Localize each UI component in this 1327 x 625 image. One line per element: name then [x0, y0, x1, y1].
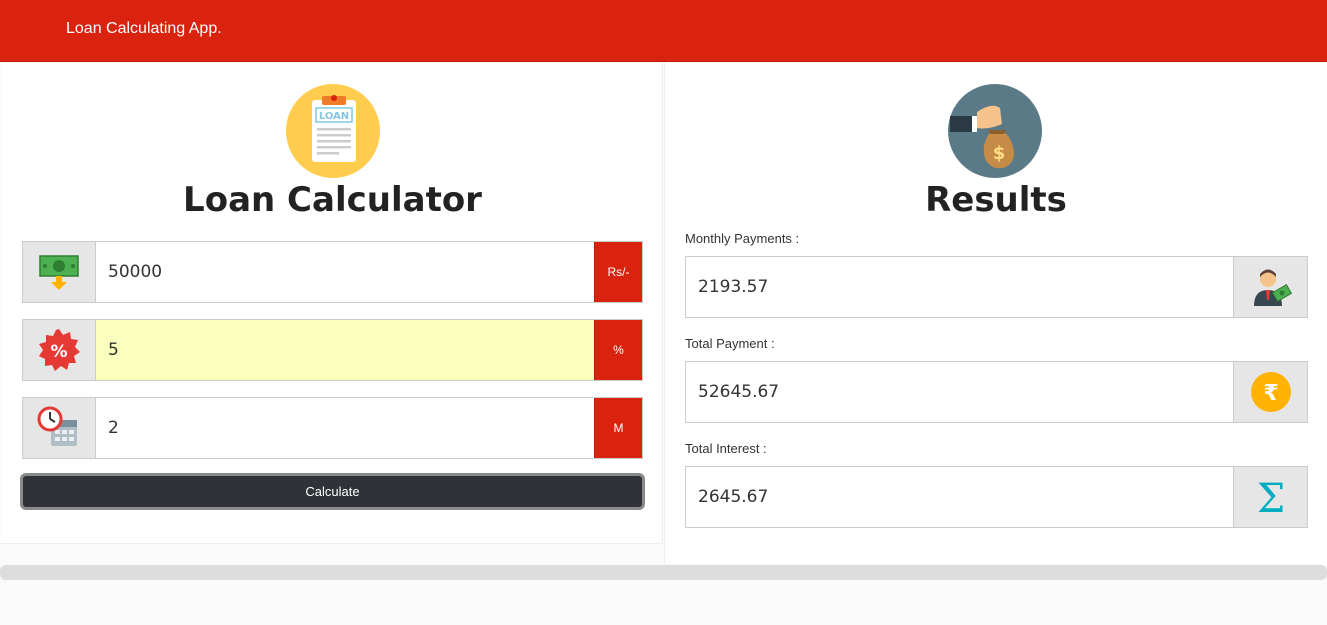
interest-rate-input[interactable]: [96, 320, 594, 380]
total-payment-label: Total Payment :: [685, 336, 775, 351]
interest-rate-unit: %: [594, 320, 642, 380]
results-title: Results: [925, 180, 1067, 220]
monthly-payments-output[interactable]: [686, 257, 1233, 317]
loan-amount-input[interactable]: [96, 242, 594, 302]
interest-rate-group: % %: [22, 319, 643, 381]
calculate-button[interactable]: Calculate: [20, 473, 645, 510]
total-payment-group: ₹: [685, 361, 1308, 423]
total-interest-group: Σ: [685, 466, 1308, 528]
svg-text:₹: ₹: [1263, 381, 1278, 406]
navbar: Loan Calculating App.: [0, 0, 1327, 62]
horizontal-scrollbar[interactable]: [0, 565, 1327, 580]
monthly-payments-group: [685, 256, 1308, 318]
svg-text:$: $: [993, 143, 1006, 164]
loan-term-unit: M: [594, 398, 642, 458]
rupee-coin-icon: ₹: [1233, 362, 1307, 422]
monthly-payments-label: Monthly Payments :: [685, 231, 800, 246]
percent-badge-icon: %: [23, 320, 96, 380]
money-bag-icon: $: [948, 84, 1042, 178]
total-interest-label: Total Interest :: [685, 441, 767, 456]
sigma-sum-icon: Σ: [1233, 467, 1307, 527]
businessman-money-icon: [1233, 257, 1307, 317]
loan-amount-unit: Rs/-: [594, 242, 642, 302]
svg-text:LOAN: LOAN: [319, 111, 349, 122]
loan-term-group: M: [22, 397, 643, 459]
loan-amount-group: Rs/-: [22, 241, 643, 303]
money-icon: [23, 242, 96, 302]
navbar-brand[interactable]: Loan Calculating App.: [66, 20, 222, 38]
loan-document-icon: LOAN: [286, 84, 380, 178]
calculator-title: Loan Calculator: [183, 180, 482, 220]
clock-calendar-icon: [23, 398, 96, 458]
loan-term-input[interactable]: [96, 398, 594, 458]
svg-text:%: %: [50, 342, 67, 362]
total-payment-output[interactable]: [686, 362, 1233, 422]
total-interest-output[interactable]: [686, 467, 1233, 527]
svg-text:Σ: Σ: [1256, 476, 1284, 518]
